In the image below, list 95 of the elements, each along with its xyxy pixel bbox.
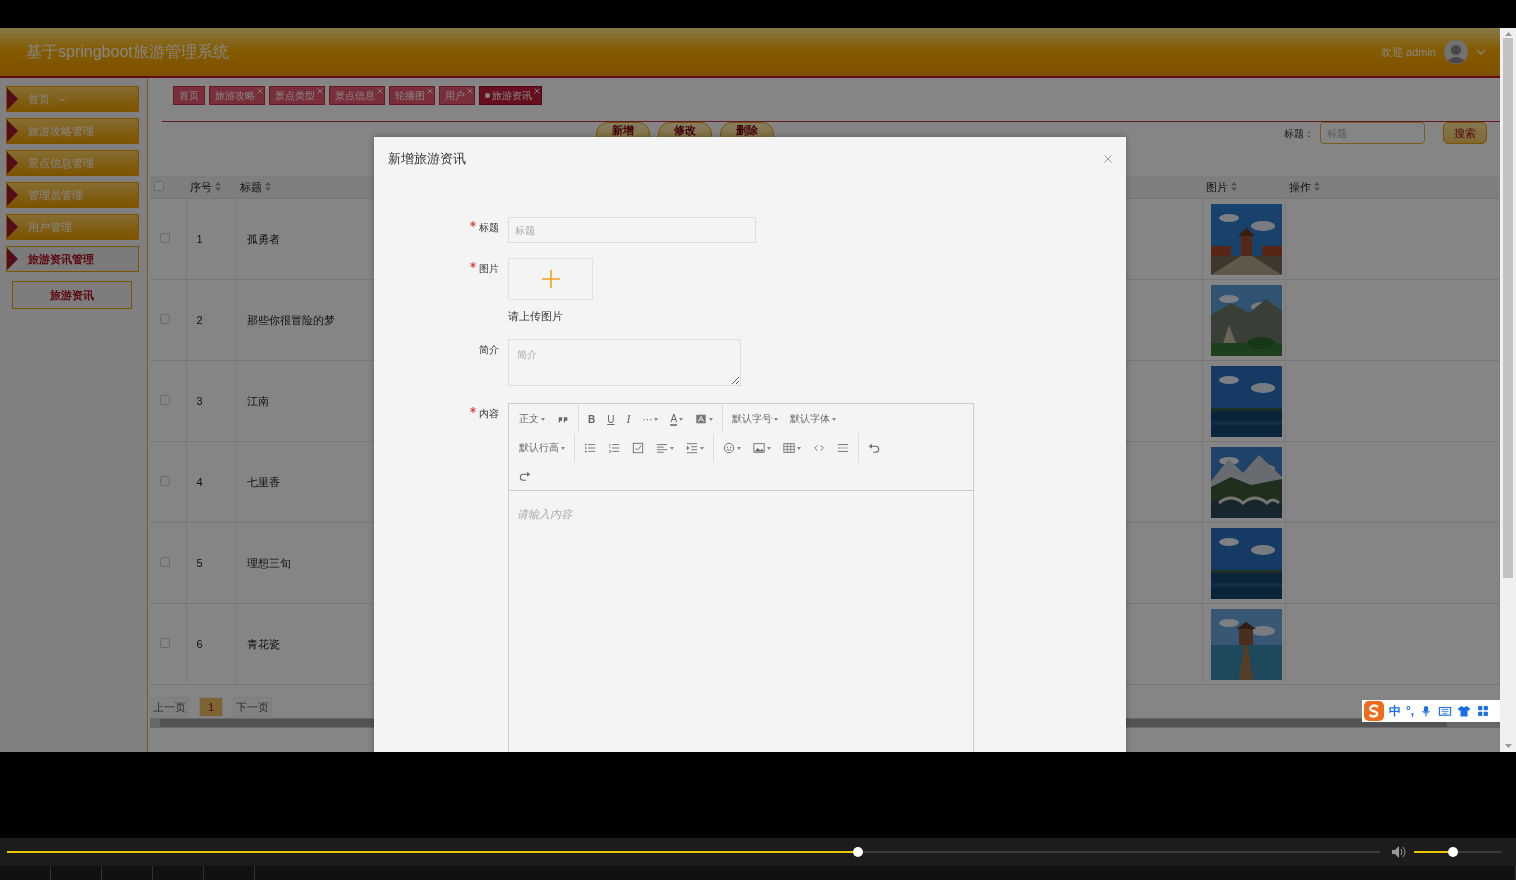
italic-button[interactable]: I	[620, 409, 637, 429]
field-label: 简介	[479, 344, 499, 355]
toolbar-dropdown[interactable]: ···	[636, 409, 665, 429]
code-icon	[813, 442, 825, 454]
ime-text[interactable]: 中	[1389, 702, 1401, 720]
field-label: 图片	[479, 263, 499, 274]
triangle-icon	[7, 248, 18, 270]
scroll-down-icon[interactable]	[1504, 744, 1512, 748]
align-icon	[656, 442, 668, 454]
sort-icon[interactable]	[265, 181, 271, 191]
menu-item[interactable]: 旅游资讯管理	[6, 246, 139, 272]
toolbar-dropdown[interactable]: 正文	[513, 409, 551, 429]
app-title: 基于springboot旅游管理系统	[26, 41, 230, 62]
field-label: 内容	[479, 408, 499, 419]
plus-icon	[540, 269, 561, 289]
avatar-icon[interactable]	[1444, 40, 1468, 64]
submenu-item[interactable]: 旅游资讯	[12, 281, 132, 309]
triangle-icon	[7, 152, 18, 174]
scroll-up-icon[interactable]	[1504, 32, 1512, 36]
highlight-icon	[695, 413, 708, 425]
checkbox[interactable]	[154, 181, 164, 191]
table-cell: 那些你很冒险的梦	[246, 313, 335, 326]
column-header: 图片	[1206, 180, 1228, 193]
checkbox[interactable]	[160, 557, 170, 567]
table-cell: 2	[196, 314, 203, 326]
column-header: 标题	[240, 180, 262, 193]
progress-thumb[interactable]	[853, 847, 864, 857]
table-cell: 理想三旬	[246, 556, 291, 569]
sort-icon[interactable]	[1231, 181, 1237, 191]
tab[interactable]: 首页	[173, 86, 205, 105]
vertical-scrollbar[interactable]	[1500, 28, 1516, 752]
toolbar-dropdown[interactable]: 默认行高	[513, 438, 571, 458]
bullets-icon	[584, 442, 596, 454]
table-cell: 4	[196, 476, 203, 488]
triangle-icon	[7, 88, 18, 110]
emoji-icon	[723, 442, 735, 454]
search-label: 标题：	[1284, 127, 1314, 141]
checkbox[interactable]	[160, 233, 170, 243]
triangle-icon	[7, 184, 18, 206]
tab[interactable]: 用户	[439, 86, 475, 105]
field-label: 标题	[479, 222, 499, 233]
keyboard-icon[interactable]	[1438, 704, 1453, 718]
table-cell: 孤勇者	[246, 232, 280, 245]
table-cell: 1	[196, 233, 203, 245]
welcome-text: 欢迎 admin	[1380, 44, 1436, 60]
tab[interactable]: 旅游攻略	[209, 86, 265, 105]
shirt-icon[interactable]	[1457, 704, 1472, 718]
undo-icon	[868, 442, 880, 454]
content-field[interactable]: 请输入内容	[509, 491, 973, 752]
chevron-down-icon[interactable]	[1476, 49, 1486, 55]
progress-track[interactable]	[7, 846, 1380, 858]
hr-icon	[837, 442, 849, 454]
close-icon[interactable]	[1104, 155, 1112, 163]
volume-icon[interactable]	[1392, 846, 1407, 858]
table-cell: 6	[196, 638, 203, 650]
tab[interactable]: 景点类型	[269, 86, 325, 105]
volume-thumb[interactable]	[1447, 847, 1458, 857]
ime-text[interactable]: °,	[1406, 704, 1415, 718]
dialog-title: 新增旅游资讯	[388, 150, 467, 168]
tab[interactable]: 旅游资讯	[479, 86, 542, 105]
todo-icon	[632, 442, 644, 454]
sort-icon[interactable]	[1314, 181, 1320, 191]
page-button[interactable]: 1	[199, 697, 223, 717]
triangle-icon	[7, 120, 18, 142]
font-color-button[interactable]: A	[664, 409, 690, 429]
volume-track[interactable]	[1414, 846, 1502, 858]
table-cell: 青花瓷	[246, 637, 280, 650]
table-cell: 江南	[246, 394, 269, 407]
title-input[interactable]: 标题	[508, 217, 756, 243]
image-icon	[753, 442, 765, 454]
sogou-logo-icon[interactable]	[1364, 701, 1384, 721]
search-button[interactable]: 搜索	[1443, 122, 1487, 144]
tab[interactable]: 景点信息	[329, 86, 385, 105]
indent-icon	[686, 442, 698, 454]
column-header: 操作	[1289, 180, 1311, 193]
checkbox[interactable]	[160, 476, 170, 486]
underline-button[interactable]: U	[601, 409, 621, 429]
sort-icon[interactable]	[215, 181, 221, 191]
checkbox[interactable]	[160, 395, 170, 405]
table-cell: 3	[196, 395, 203, 407]
numbers-icon	[608, 442, 620, 454]
tab[interactable]: 轮播图	[389, 86, 435, 105]
table-cell: 5	[196, 557, 203, 569]
redo-icon	[519, 470, 531, 482]
toolbar-dropdown[interactable]: 默认字号	[726, 409, 785, 429]
table-cell: 七里香	[246, 475, 280, 488]
grid-icon[interactable]	[1476, 704, 1491, 718]
upload-hint: 请上传图片	[508, 309, 564, 324]
checkbox[interactable]	[160, 638, 170, 648]
checkbox[interactable]	[160, 314, 170, 324]
table-icon	[783, 442, 795, 454]
toolbar-dropdown[interactable]: 默认字体	[784, 409, 843, 429]
triangle-icon	[7, 216, 18, 238]
bold-button[interactable]: B	[582, 409, 602, 429]
column-header: 序号	[190, 180, 212, 193]
